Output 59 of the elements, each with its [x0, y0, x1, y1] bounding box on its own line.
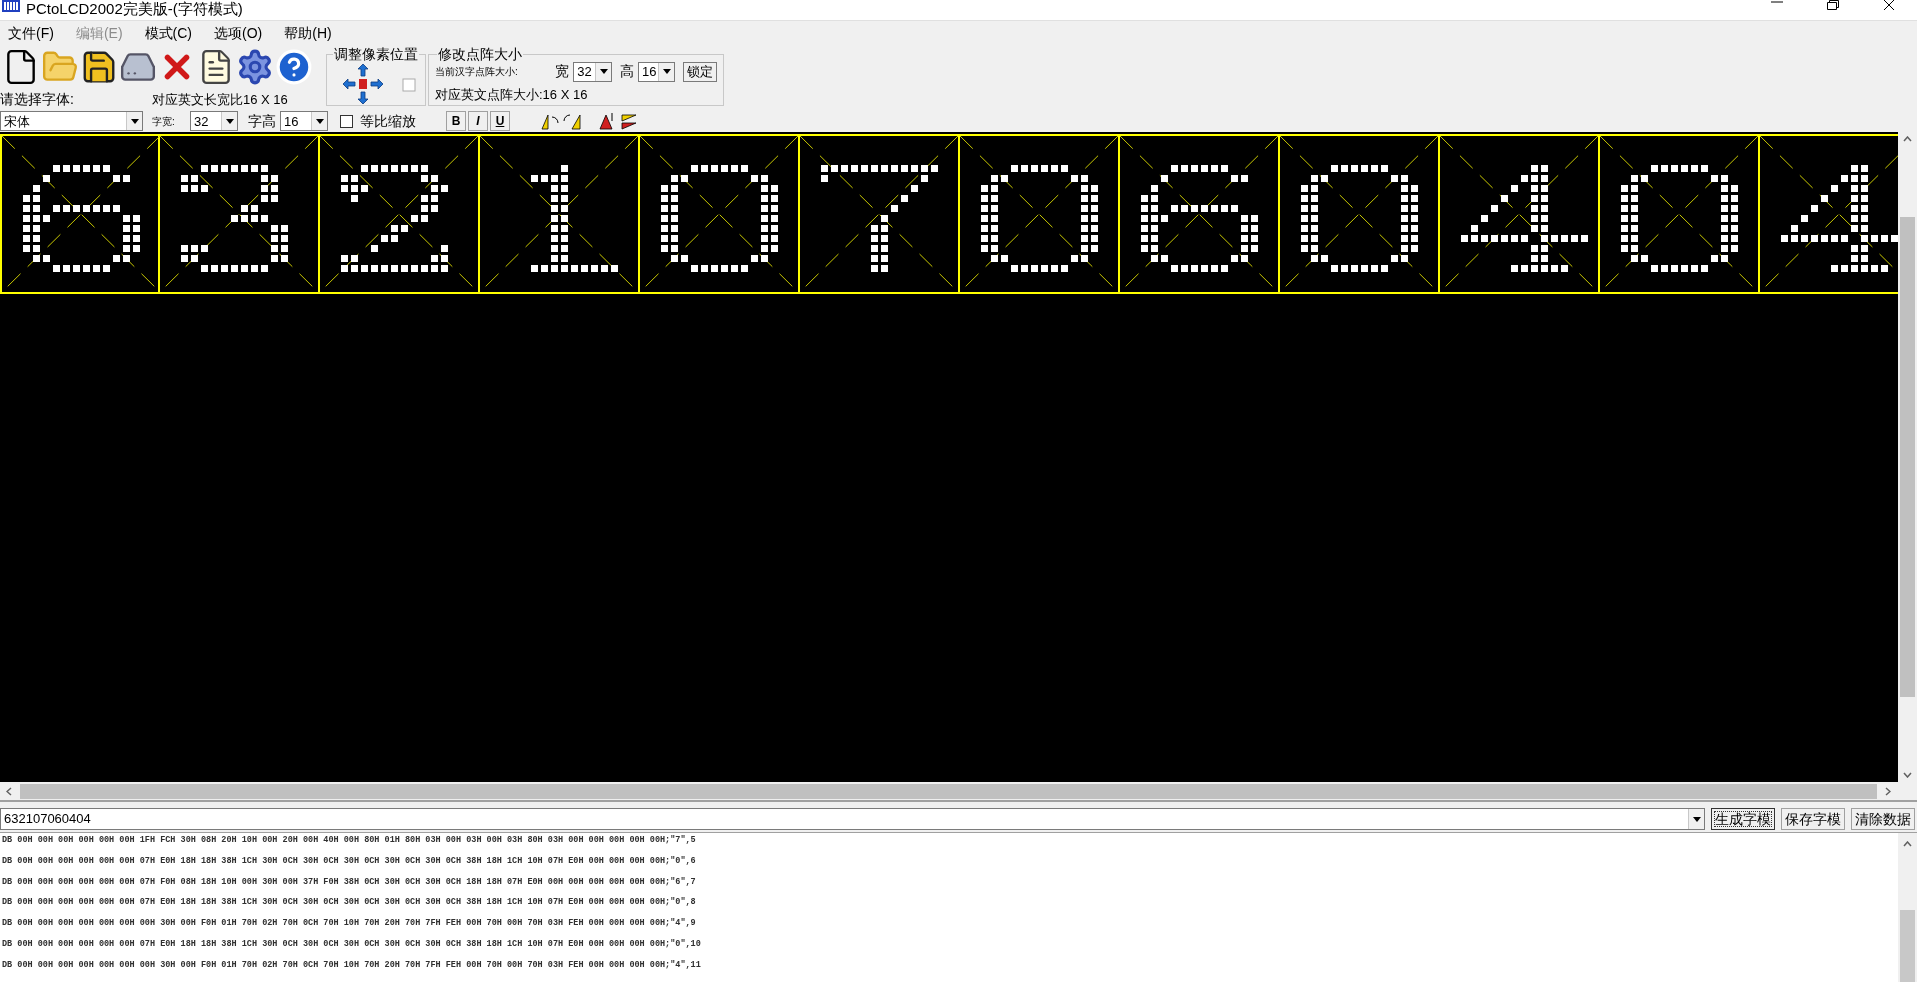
lock-button[interactable]: 锁定 [683, 61, 717, 82]
right-arrow-icon[interactable] [370, 77, 384, 91]
char-height-label: 字高 [248, 111, 276, 131]
scroll-down-icon[interactable] [1903, 772, 1912, 778]
dropdown-caret-icon [1688, 809, 1704, 829]
menu-item[interactable]: 帮助(H) [284, 23, 332, 44]
font-select[interactable]: 宋体 [0, 111, 143, 131]
style-button[interactable]: B [446, 111, 466, 131]
help-icon[interactable] [275, 47, 313, 86]
settings-icon[interactable] [236, 47, 274, 86]
up-arrow-icon[interactable] [356, 63, 370, 77]
text-input-combobox[interactable]: 632107060404 [0, 808, 1705, 830]
output-line: DB 00H 00H 00H 00H 00H 00H 1FH FCH 30H 08H 20H 10H 00H 20H 00H 40H 00H 80H 01H 80H 03H 00H 03H 00H 03H 80H 03H 00H 00H 00H 00H 00H;"7",5 [2, 834, 697, 847]
menu-item[interactable]: 文件(F) [8, 23, 54, 44]
output-line: DB 00H 00H 00H 00H 00H 00H 00H 30H 00H F0H 01H 70H 02H 70H 0CH 70H 10H 70H 20H 70H 7FH FEH 00H 70H 00H 70H 03H FEH 00H 00H 00H 00H;"4",11 [2, 958, 702, 972]
panel-title: 修改点阵大小 [437, 46, 523, 62]
scroll-left-icon[interactable] [6, 786, 12, 796]
style-button[interactable]: I [468, 111, 488, 131]
char-height-select[interactable]: 16 [280, 111, 328, 131]
height-label: 高 [620, 62, 635, 81]
menu-item[interactable]: 模式(C) [144, 23, 192, 44]
close-icon[interactable] [1883, 0, 1895, 10]
output-line: DB 00H 00H 00H 00H 00H 00H 00H 30H 00H F0H 01H 70H 02H 70H 0CH 70H 10H 70H 20H 70H 7FH FEH 00H 70H 00H 70H 03H FEH 00H 00H 00H 00H;"4",9 [2, 917, 697, 931]
menu-item[interactable]: 选项(O) [214, 23, 263, 44]
output-line: DB 00H 00H 00H 00H 00H 00H 07H F0H 08H 18H 10H 00H 30H 00H 37H F0H 38H 0CH 30H 0CH 30H 0CH 18H 18H 07H E0H 00H 00H 00H 00H 00H 00H;"6",7 [2, 875, 697, 889]
scroll-up-icon[interactable] [1903, 136, 1912, 142]
font-label: 请选择字体: [0, 90, 75, 109]
rotate-right-icon[interactable] [562, 111, 582, 131]
vertical-scrollbar[interactable] [1898, 833, 1917, 982]
english-size-label: 对应英文点阵大小:16 X 16 [435, 86, 589, 104]
style-button[interactable]: U [490, 111, 510, 131]
dropdown-caret-icon [595, 62, 612, 81]
center-icon[interactable] [356, 77, 370, 91]
scroll-right-icon[interactable] [1885, 786, 1891, 796]
left-arrow-icon[interactable] [342, 77, 356, 91]
dropdown-caret-icon [658, 62, 674, 81]
checkbox[interactable] [340, 114, 353, 128]
action-button[interactable]: 生成字模 [1711, 808, 1775, 830]
scroll-up-icon[interactable] [1903, 841, 1912, 847]
dropdown-caret-icon [221, 112, 237, 130]
window-title: PCtoLCD2002完美版-(字符模式) [26, 0, 243, 18]
checkbox-label: 等比缩放 [360, 111, 416, 131]
restore-icon[interactable] [1827, 0, 1839, 10]
char-width-select[interactable]: 32 [190, 111, 238, 131]
aspect-ratio-label: 对应英文长宽比16 X 16 [152, 90, 288, 109]
hanzi-size-label: 当前汉字点阵大小: [435, 65, 519, 79]
char-width-label: 字宽: [152, 114, 176, 129]
action-button[interactable]: 保存字模 [1781, 808, 1845, 830]
down-arrow-icon[interactable] [356, 91, 370, 105]
action-button[interactable]: 清除数据 [1851, 808, 1915, 830]
output-line: DB 00H 00H 00H 00H 00H 00H 07H E0H 18H 18H 38H 1CH 30H 0CH 30H 0CH 30H 0CH 30H 0CH 30H 0CH 38H 18H 1CH 10H 07H E0H 00H 00H 00H 00H;"0",8 [2, 896, 697, 910]
output-line: DB 00H 00H 00H 00H 00H 00H 07H E0H 18H 18H 38H 1CH 30H 0CH 30H 0CH 30H 0CH 30H 0CH 30H 0CH 38H 18H 1CH 10H 07H E0H 00H 00H 00H 00H;"0",6 [2, 854, 697, 868]
dropdown-caret-icon [126, 112, 142, 130]
output-line: DB 00H 00H 00H 00H 00H 00H 07H E0H 18H 18H 38H 1CH 30H 0CH 30H 0CH 30H 0CH 30H 0CH 30H 0CH 38H 18H 1CH 10H 07H E0H 00H 00H 00H 00H;"0",10 [2, 938, 702, 951]
width-label: 宽 [555, 62, 570, 81]
dropdown-caret-icon [311, 112, 327, 130]
width-select[interactable]: 32 [573, 61, 613, 82]
panel-title: 调整像素位置 [333, 46, 419, 62]
height-select[interactable]: 16 [638, 61, 675, 82]
